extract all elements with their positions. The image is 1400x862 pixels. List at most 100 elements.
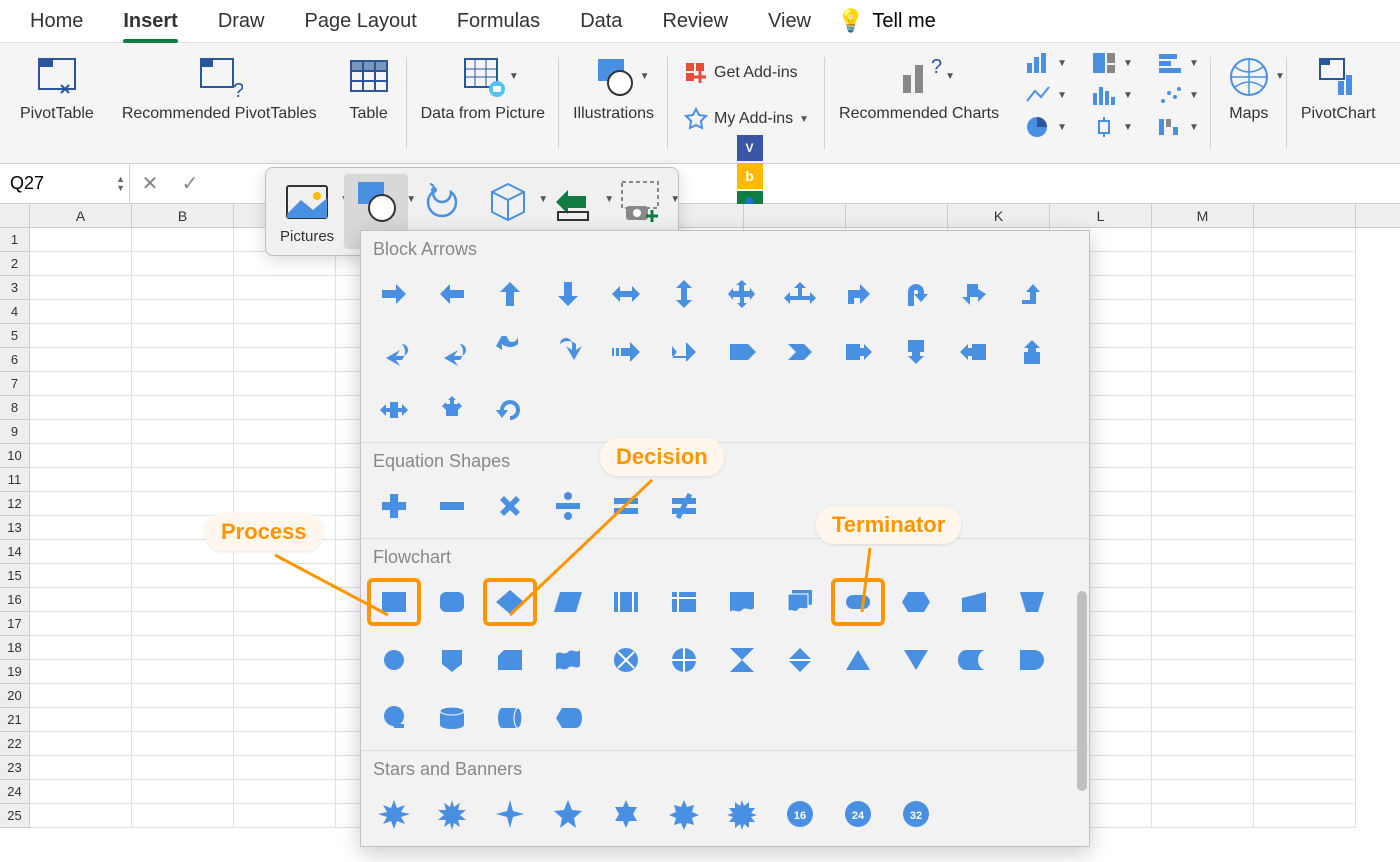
flowchart-display-icon[interactable] xyxy=(543,696,593,740)
row-header[interactable]: 19 xyxy=(0,660,30,684)
cell[interactable] xyxy=(1254,468,1356,492)
cell[interactable] xyxy=(1152,276,1254,300)
cell[interactable] xyxy=(234,324,336,348)
notequal-icon[interactable] xyxy=(659,484,709,528)
col-header[interactable]: L xyxy=(1050,204,1152,227)
arrow-leftcallout-icon[interactable] xyxy=(949,330,999,374)
row-header[interactable]: 18 xyxy=(0,636,30,660)
row-header[interactable]: 21 xyxy=(0,708,30,732)
cell[interactable] xyxy=(1254,564,1356,588)
explosion2-icon[interactable] xyxy=(427,792,477,836)
arrow-striped-right-icon[interactable] xyxy=(601,330,651,374)
cell[interactable] xyxy=(1152,564,1254,588)
arrow-down-icon[interactable] xyxy=(543,272,593,316)
cell[interactable] xyxy=(1152,804,1254,828)
cell[interactable] xyxy=(1254,516,1356,540)
row-header[interactable]: 1 xyxy=(0,228,30,252)
flowchart-process-icon[interactable] xyxy=(369,580,419,624)
cell[interactable] xyxy=(1254,300,1356,324)
arrow-circular-icon[interactable] xyxy=(485,388,535,432)
star7-icon[interactable] xyxy=(659,792,709,836)
star12-icon[interactable]: 24 xyxy=(833,792,883,836)
arrow-left-icon[interactable] xyxy=(427,272,477,316)
cell[interactable] xyxy=(1254,804,1356,828)
cell[interactable] xyxy=(132,372,234,396)
cell[interactable] xyxy=(1254,492,1356,516)
division-icon[interactable] xyxy=(543,484,593,528)
cell[interactable] xyxy=(30,444,132,468)
cell[interactable] xyxy=(234,732,336,756)
recommended-pivottables-button[interactable]: ? Recommended PivotTables xyxy=(118,49,321,127)
cell[interactable] xyxy=(132,396,234,420)
cell[interactable] xyxy=(1152,612,1254,636)
cell[interactable] xyxy=(1254,684,1356,708)
cell[interactable] xyxy=(234,588,336,612)
flowchart-data-icon[interactable] xyxy=(543,580,593,624)
select-all-corner[interactable] xyxy=(0,204,30,227)
cell[interactable] xyxy=(132,780,234,804)
row-header[interactable]: 17 xyxy=(0,612,30,636)
bar-chart-button[interactable]: ▼ xyxy=(1155,49,1201,77)
row-header[interactable]: 20 xyxy=(0,684,30,708)
data-from-picture-button[interactable]: ▼ Data from Picture xyxy=(417,49,549,127)
flowchart-offpage-connector-icon[interactable] xyxy=(427,638,477,682)
row-header[interactable]: 11 xyxy=(0,468,30,492)
cell[interactable] xyxy=(30,780,132,804)
tell-me[interactable]: Tell me xyxy=(872,10,935,33)
row-header[interactable]: 15 xyxy=(0,564,30,588)
tab-draw[interactable]: Draw xyxy=(198,2,285,41)
cell[interactable] xyxy=(132,708,234,732)
flowchart-decision-icon[interactable] xyxy=(485,580,535,624)
cell[interactable] xyxy=(30,708,132,732)
tab-formulas[interactable]: Formulas xyxy=(437,2,560,41)
cell[interactable] xyxy=(234,708,336,732)
cell[interactable] xyxy=(1254,372,1356,396)
flowchart-sequential-access-icon[interactable] xyxy=(369,696,419,740)
cell[interactable] xyxy=(30,276,132,300)
cell[interactable] xyxy=(234,420,336,444)
arrow-quad-icon[interactable] xyxy=(717,272,767,316)
illustrations-button[interactable]: ▼ Illustrations xyxy=(569,49,658,127)
cell[interactable] xyxy=(30,228,132,252)
cell[interactable] xyxy=(1152,300,1254,324)
bing-addin-icon[interactable]: b xyxy=(737,163,763,189)
maps-button[interactable]: ▼ Maps xyxy=(1221,49,1277,127)
cell[interactable] xyxy=(1254,420,1356,444)
cell[interactable] xyxy=(132,660,234,684)
row-header[interactable]: 14 xyxy=(0,540,30,564)
flowchart-extract-icon[interactable] xyxy=(833,638,883,682)
cell[interactable] xyxy=(1152,492,1254,516)
explosion1-icon[interactable] xyxy=(369,792,419,836)
cell[interactable] xyxy=(1254,444,1356,468)
flowchart-card-icon[interactable] xyxy=(485,638,535,682)
flowchart-delay-icon[interactable] xyxy=(1007,638,1057,682)
flowchart-manual-input-icon[interactable] xyxy=(949,580,999,624)
arrow-right-icon[interactable] xyxy=(369,272,419,316)
flowchart-direct-access-icon[interactable] xyxy=(485,696,535,740)
flowchart-alternate-process-icon[interactable] xyxy=(427,580,477,624)
row-header[interactable]: 3 xyxy=(0,276,30,300)
tab-data[interactable]: Data xyxy=(560,2,642,41)
equal-icon[interactable] xyxy=(601,484,651,528)
cell[interactable] xyxy=(132,468,234,492)
multiply-icon[interactable] xyxy=(485,484,535,528)
cell[interactable] xyxy=(234,756,336,780)
flowchart-or-icon[interactable] xyxy=(659,638,709,682)
cell[interactable] xyxy=(1254,252,1356,276)
cell[interactable] xyxy=(234,804,336,828)
cell[interactable] xyxy=(234,612,336,636)
flowchart-stored-data-icon[interactable] xyxy=(949,638,999,682)
cell[interactable] xyxy=(1254,348,1356,372)
cell[interactable] xyxy=(1254,396,1356,420)
cell[interactable] xyxy=(1254,612,1356,636)
tab-home[interactable]: Home xyxy=(10,2,103,41)
flowchart-collate-icon[interactable] xyxy=(717,638,767,682)
row-header[interactable]: 7 xyxy=(0,372,30,396)
cell[interactable] xyxy=(132,300,234,324)
cell[interactable] xyxy=(1254,588,1356,612)
boxwhisker-button[interactable]: ▼ xyxy=(1089,113,1135,141)
cell[interactable] xyxy=(132,228,234,252)
cell[interactable] xyxy=(30,324,132,348)
cell[interactable] xyxy=(1152,708,1254,732)
plus-icon[interactable] xyxy=(369,484,419,528)
